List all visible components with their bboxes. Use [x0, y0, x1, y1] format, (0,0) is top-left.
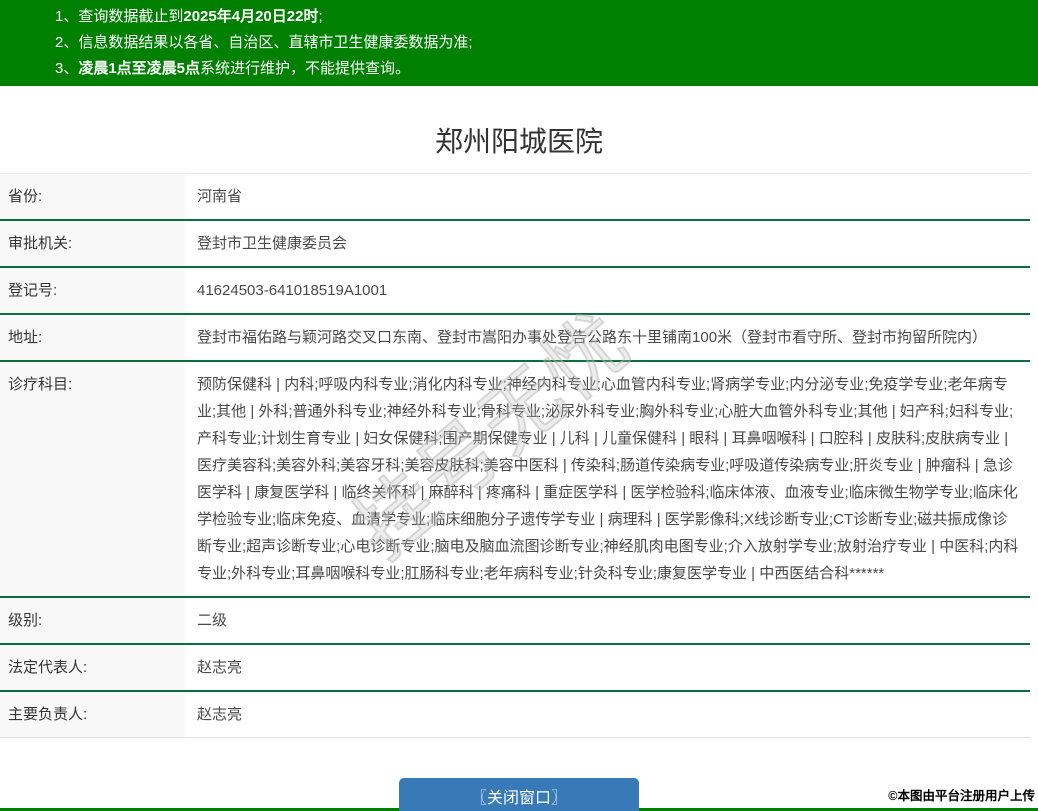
- notice-number: 3、: [55, 60, 78, 77]
- close-button-container: 〖关闭窗口〗: [0, 778, 1038, 811]
- notice-number: 1、: [55, 8, 78, 25]
- field-value: 二级: [185, 598, 1030, 643]
- notice-line-3: 3、凌晨1点至凌晨5点系统进行维护，不能提供查询。: [55, 56, 1028, 82]
- field-label: 级别:: [0, 598, 185, 643]
- notice-number: 2、: [55, 34, 78, 51]
- close-window-button[interactable]: 〖关闭窗口〗: [399, 778, 639, 811]
- field-value: 河南省: [185, 174, 1030, 219]
- field-value: 41624503-641018519A1001: [185, 268, 1030, 313]
- page-title: 郑州阳城医院: [0, 111, 1038, 173]
- field-value: 预防保健科 | 内科;呼吸内科专业;消化内科专业;神经内科专业;心血管内科专业;…: [185, 362, 1030, 596]
- notice-text-bold: 凌晨1点至凌晨5点: [78, 60, 200, 77]
- table-row-person-in-charge: 主要负责人: 赵志亮: [0, 692, 1030, 738]
- field-label: 诊疗科目:: [0, 362, 185, 596]
- notice-text: 系统进行维护，不能提供查询。: [200, 60, 410, 77]
- field-value: 赵志亮: [185, 645, 1030, 690]
- field-label: 省份:: [0, 174, 185, 219]
- table-row-level: 级别: 二级: [0, 598, 1030, 645]
- notice-text: ;: [318, 8, 322, 25]
- field-value: 登封市福佑路与颖河路交叉口东南、登封市嵩阳办事处登告公路东十里铺南100米（登封…: [185, 315, 1030, 360]
- notice-text-bold: 2025年4月20日22时: [183, 8, 318, 25]
- hospital-info-table: 省份: 河南省 审批机关: 登封市卫生健康委员会 登记号: 41624503-6…: [0, 173, 1030, 738]
- table-row-approval-authority: 审批机关: 登封市卫生健康委员会: [0, 221, 1030, 268]
- table-row-registration-number: 登记号: 41624503-641018519A1001: [0, 268, 1030, 315]
- table-row-legal-representative: 法定代表人: 赵志亮: [0, 645, 1030, 692]
- field-value: 赵志亮: [185, 692, 1030, 737]
- table-row-medical-subjects: 诊疗科目: 预防保健科 | 内科;呼吸内科专业;消化内科专业;神经内科专业;心血…: [0, 362, 1030, 598]
- field-label: 审批机关:: [0, 221, 185, 266]
- field-label: 法定代表人:: [0, 645, 185, 690]
- notice-text: 查询数据截止到: [78, 8, 183, 25]
- field-label: 主要负责人:: [0, 692, 185, 737]
- table-row-province: 省份: 河南省: [0, 174, 1030, 221]
- notice-line-1: 1、查询数据截止到2025年4月20日22时;: [55, 4, 1028, 30]
- field-value: 登封市卫生健康委员会: [185, 221, 1030, 266]
- notice-line-2: 2、信息数据结果以各省、自治区、直辖市卫生健康委数据为准;: [55, 30, 1028, 56]
- field-label: 地址:: [0, 315, 185, 360]
- upload-credit-stamp: ©本图由平台注册用户上传: [888, 785, 1035, 804]
- field-label: 登记号:: [0, 268, 185, 313]
- table-row-address: 地址: 登封市福佑路与颖河路交叉口东南、登封市嵩阳办事处登告公路东十里铺南100…: [0, 315, 1030, 362]
- notice-text: 信息数据结果以各省、自治区、直辖市卫生健康委数据为准;: [78, 34, 472, 51]
- notice-header: 1、查询数据截止到2025年4月20日22时; 2、信息数据结果以各省、自治区、…: [0, 0, 1038, 86]
